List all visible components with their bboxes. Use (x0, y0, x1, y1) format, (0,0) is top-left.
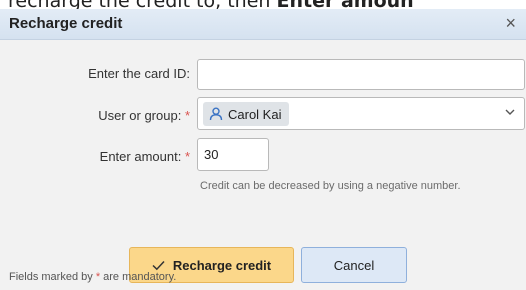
footer-prefix: Fields marked by (9, 271, 96, 283)
amount-hint: Credit can be decreased by using a negat… (200, 180, 461, 192)
mandatory-fields-note: Fields marked by * are mandatory. (9, 271, 176, 283)
dialog-titlebar: Recharge credit × (0, 9, 526, 40)
amount-label-text: Enter amount: (99, 149, 182, 164)
user-group-label: User or group: * (98, 108, 190, 123)
recharge-credit-dialog: Recharge credit × Enter the card ID: Use… (0, 9, 526, 290)
footer-suffix: are mandatory. (100, 271, 177, 283)
card-id-input[interactable] (197, 59, 525, 90)
dialog-title: Recharge credit (9, 15, 123, 32)
close-icon[interactable]: × (505, 13, 516, 34)
required-mark: * (184, 149, 190, 164)
card-id-label: Enter the card ID: (88, 66, 190, 81)
check-icon (152, 260, 165, 270)
cancel-button[interactable]: Cancel (301, 247, 407, 283)
chevron-down-icon[interactable] (504, 106, 516, 118)
amount-input[interactable] (197, 138, 269, 171)
user-group-select[interactable]: Carol Kai (197, 97, 525, 130)
selected-user-chip[interactable]: Carol Kai (203, 102, 290, 126)
required-mark: * (184, 108, 190, 123)
user-group-label-text: User or group: (98, 108, 182, 123)
amount-label: Enter amount: * (100, 149, 190, 164)
user-icon (209, 107, 223, 121)
selected-user-name: Carol Kai (228, 106, 282, 122)
recharge-credit-label: Recharge credit (172, 257, 272, 273)
